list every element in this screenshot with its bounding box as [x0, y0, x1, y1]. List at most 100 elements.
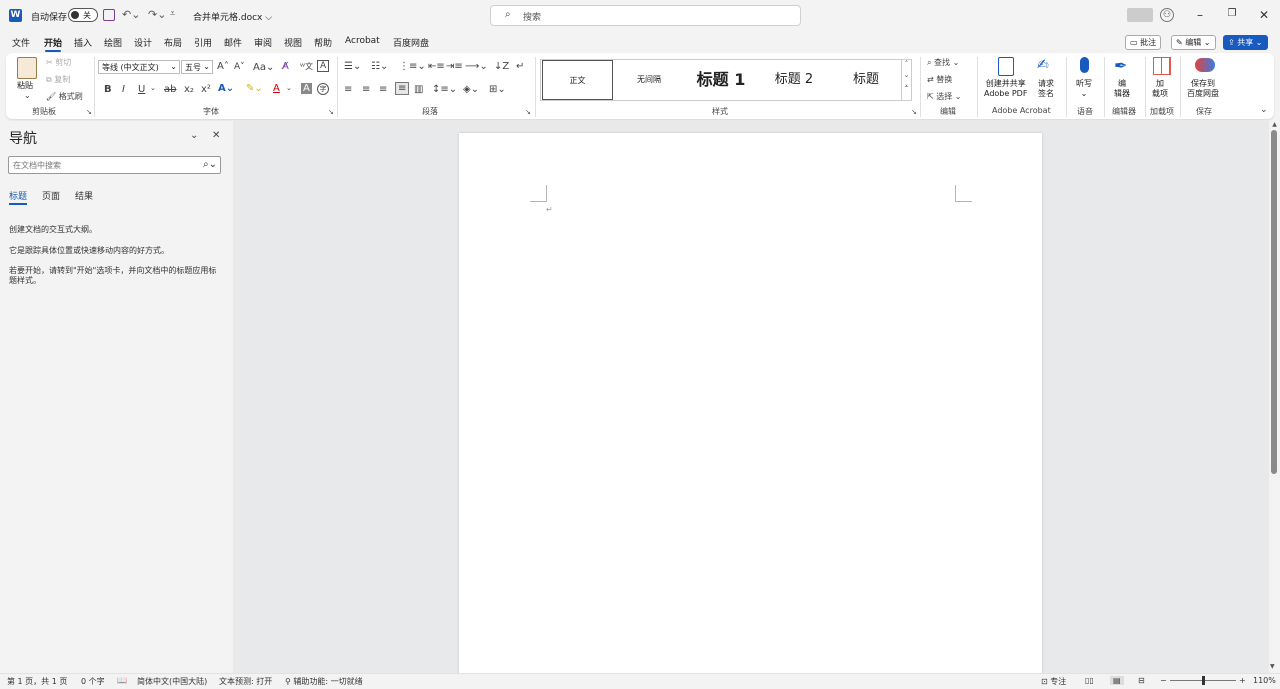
scroll-up-icon[interactable]: ˄: [902, 60, 911, 68]
search-icon[interactable]: ⌕⌄: [203, 159, 217, 170]
editing-mode-button[interactable]: ✎ 编辑 ⌄: [1171, 35, 1216, 50]
align-center-icon[interactable]: ≡: [362, 84, 370, 95]
file-name[interactable]: 合并单元格.docx ⌵: [193, 10, 272, 23]
paste-chevron-icon[interactable]: ⌄: [24, 91, 31, 100]
style-heading2[interactable]: 标题 2: [759, 60, 829, 100]
nav-tab-results[interactable]: 结果: [75, 189, 93, 202]
document-page[interactable]: [459, 133, 1042, 678]
distributed-icon[interactable]: ▥: [414, 84, 423, 95]
tab-file[interactable]: 文件: [12, 36, 30, 49]
editor-button[interactable]: 编辑器: [1114, 79, 1130, 99]
scrollbar-thumb[interactable]: [1271, 130, 1277, 474]
align-left-icon[interactable]: ≡: [344, 84, 352, 95]
more-styles-icon[interactable]: ⩡: [902, 82, 911, 91]
numbering-icon[interactable]: ☷⌄: [371, 61, 388, 72]
print-layout-icon[interactable]: ▤: [1110, 676, 1124, 685]
microphone-icon[interactable]: [1080, 57, 1089, 73]
collapse-ribbon-icon[interactable]: ⌄: [1260, 105, 1268, 115]
subscript-button[interactable]: x₂: [184, 84, 194, 95]
increase-indent-icon[interactable]: ⇥≡: [446, 61, 463, 72]
editor-pen-icon[interactable]: ✒: [1114, 56, 1127, 75]
undo-icon[interactable]: ↶⌄: [122, 8, 140, 21]
signature-icon[interactable]: ✍: [1037, 57, 1055, 76]
grow-font-icon[interactable]: A˄: [217, 61, 229, 72]
web-layout-icon[interactable]: ⊟: [1138, 676, 1145, 685]
tab-home[interactable]: 开始: [44, 36, 62, 52]
profile-icon[interactable]: ⚇: [1160, 8, 1174, 22]
restore-icon[interactable]: ❐: [1222, 8, 1242, 19]
sort-icon[interactable]: ↓Z: [494, 61, 509, 72]
paste-icon[interactable]: [17, 57, 37, 79]
paragraph-launcher-icon[interactable]: ↘: [525, 108, 531, 116]
select-button[interactable]: ⇱ 选择 ⌄: [927, 91, 962, 102]
tab-acrobat[interactable]: Acrobat: [345, 36, 380, 46]
scroll-up-icon[interactable]: ▲: [1269, 121, 1280, 128]
format-painter-button[interactable]: 🖌 格式刷: [46, 91, 83, 102]
nav-tab-headings[interactable]: 标题: [9, 189, 28, 205]
scroll-down-icon[interactable]: ▼: [1270, 663, 1275, 670]
tab-layout[interactable]: 布局: [164, 36, 182, 49]
zoom-level[interactable]: 110%: [1253, 676, 1276, 685]
share-button[interactable]: ⇪ 共享 ⌄: [1223, 35, 1268, 50]
strikethrough-button[interactable]: ab: [164, 84, 176, 95]
phonetic-guide-icon[interactable]: ᵂ文: [300, 61, 313, 72]
text-effects-icon[interactable]: A⌄: [218, 83, 234, 94]
request-signature-button[interactable]: 请求 签名: [1038, 79, 1054, 99]
multilevel-list-icon[interactable]: ⋮≡⌄: [399, 61, 426, 72]
nav-search-input[interactable]: 在文档中搜索 ⌕⌄: [8, 156, 221, 174]
word-icon[interactable]: W: [9, 9, 22, 22]
change-case-icon[interactable]: Aa⌄: [253, 62, 274, 73]
find-button[interactable]: ⌕ 查找 ⌄: [927, 57, 959, 68]
zoom-out-icon[interactable]: −: [1160, 676, 1167, 685]
tab-view[interactable]: 视图: [284, 36, 302, 49]
page-count[interactable]: 第 1 页，共 1 页: [7, 676, 67, 687]
line-spacing-icon[interactable]: ↕≡⌄: [432, 84, 457, 95]
shading-icon[interactable]: ◈⌄: [463, 84, 479, 95]
user-image[interactable]: [1127, 8, 1153, 22]
read-mode-icon[interactable]: ▯▯: [1085, 676, 1094, 685]
styles-scroll[interactable]: ˄ ⌄ ⩡: [901, 60, 911, 100]
underline-chevron-icon[interactable]: ⌄: [150, 84, 156, 92]
minimize-icon[interactable]: –: [1190, 8, 1210, 22]
superscript-button[interactable]: x²: [201, 84, 211, 95]
cut-button[interactable]: ✂ 剪切: [46, 57, 71, 68]
copy-button[interactable]: ⧉ 复制: [46, 74, 70, 85]
char-shading-icon[interactable]: A: [301, 83, 312, 94]
justify-icon[interactable]: ≡: [395, 82, 410, 95]
borders-icon[interactable]: ⊞⌄: [489, 84, 506, 95]
tab-baidu[interactable]: 百度网盘: [393, 36, 429, 49]
style-normal[interactable]: 正文: [542, 60, 613, 100]
search-box[interactable]: ⌕ 搜索: [490, 5, 801, 26]
paste-button[interactable]: 粘贴: [17, 81, 33, 91]
scroll-down-icon[interactable]: ⌄: [902, 71, 911, 79]
shrink-font-icon[interactable]: A˅: [234, 62, 245, 72]
replace-button[interactable]: ⇄ 替换: [927, 74, 952, 85]
tab-help[interactable]: 帮助: [314, 36, 332, 49]
underline-button[interactable]: U: [138, 84, 145, 95]
language-status[interactable]: 简体中文(中国大陆): [137, 676, 207, 687]
nav-options-icon[interactable]: ⌄: [190, 130, 198, 141]
word-count[interactable]: 0 个字: [81, 676, 105, 687]
bold-button[interactable]: B: [104, 84, 112, 95]
close-icon[interactable]: ✕: [1254, 8, 1274, 22]
save-icon[interactable]: [103, 9, 115, 21]
style-title[interactable]: 标题: [831, 60, 901, 100]
style-no-spacing[interactable]: 无间隔: [615, 60, 683, 100]
enclose-char-icon[interactable]: 字: [317, 83, 329, 95]
asian-layout-icon[interactable]: ⟶⌄: [465, 61, 488, 72]
focus-button[interactable]: ⊡ 专注: [1041, 676, 1066, 687]
highlight-icon[interactable]: ✎⌄: [246, 83, 263, 94]
zoom-in-icon[interactable]: +: [1239, 676, 1246, 685]
tab-references[interactable]: 引用: [194, 36, 212, 49]
align-right-icon[interactable]: ≡: [379, 84, 387, 95]
bullets-icon[interactable]: ☰⌄: [344, 61, 361, 72]
nav-tab-pages[interactable]: 页面: [42, 189, 60, 202]
save-to-baidu-button[interactable]: 保存到 百度网盘: [1187, 79, 1219, 99]
font-launcher-icon[interactable]: ↘: [328, 108, 334, 116]
tab-insert[interactable]: 插入: [74, 36, 92, 49]
font-color-icon[interactable]: A: [273, 83, 280, 94]
customize-qat-icon[interactable]: ⩡: [170, 9, 175, 19]
pdf-share-icon[interactable]: [998, 57, 1014, 76]
proofing-icon[interactable]: 📖: [117, 676, 127, 685]
show-marks-icon[interactable]: ↵: [516, 61, 524, 72]
